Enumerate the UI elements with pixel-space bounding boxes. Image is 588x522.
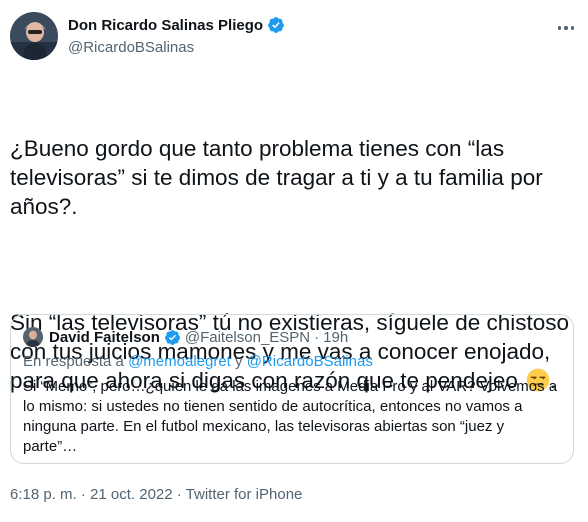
quoted-separator: · — [314, 328, 320, 346]
reply-mention-ricardobsalinas[interactable]: @RicardoBSalinas — [247, 353, 373, 370]
author-name[interactable]: Don Ricardo Salinas Pliego — [68, 17, 263, 34]
tweet-timestamp-source[interactable]: 6:18 p. m. · 21 oct. 2022 · Twitter for … — [10, 486, 302, 503]
quoted-verified-badge-icon — [164, 329, 180, 345]
more-options-icon[interactable] — [554, 18, 578, 38]
quoted-reply-context: En respuesta a @memoalegret y @RicardoBS… — [23, 353, 373, 370]
author-handle[interactable]: @RicardoBSalinas — [68, 39, 285, 56]
quoted-tweet[interactable]: David Faitelson @Faitelson_ESPN · 19h En… — [10, 314, 574, 464]
author-avatar[interactable] — [10, 12, 58, 60]
reply-prefix: En respuesta a — [23, 353, 124, 370]
quoted-tweet-text: Si “Memo”, pero…¿quien le da las imagene… — [23, 378, 558, 455]
quoted-tweet-header: David Faitelson @Faitelson_ESPN · 19h — [23, 327, 348, 347]
quoted-author-handle: @Faitelson_ESPN — [184, 328, 311, 346]
author-info: Don Ricardo Salinas Pliego @RicardoBSali… — [68, 16, 285, 56]
tweet-header: Don Ricardo Salinas Pliego @RicardoBSali… — [10, 12, 578, 62]
quoted-time: 19h — [323, 328, 349, 346]
quoted-author-name: David Faitelson — [49, 328, 160, 346]
reply-mention-memoalegret[interactable]: @memoalegret — [128, 353, 231, 370]
quoted-author-avatar — [23, 327, 43, 347]
tweet-paragraph-1: ¿Bueno gordo que tanto problema tienes c… — [10, 136, 549, 219]
reply-conjunction: y — [235, 353, 243, 370]
verified-badge-icon — [268, 17, 284, 33]
